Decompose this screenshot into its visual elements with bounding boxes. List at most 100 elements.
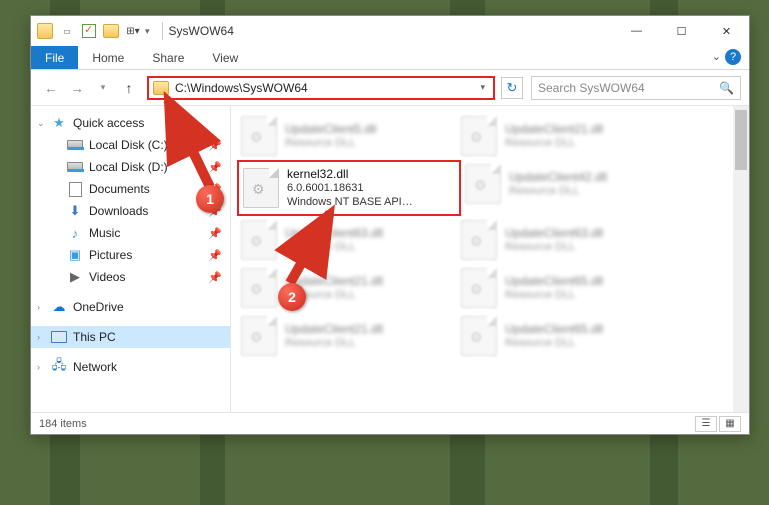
chevron-icon: ⌄ [37,118,45,129]
sidebar-this-pc[interactable]: › This PC [31,326,230,348]
file-list: ⚙ UpdateClient5.dllResource DLL ⚙ Update… [231,106,749,412]
dll-icon: ⚙ [461,316,497,356]
pin-icon: 📌 [208,183,222,196]
dll-icon: ⚙ [461,220,497,260]
file-desc: Windows NT BASE API… [287,196,413,210]
sidebar-item-documents[interactable]: Documents 📌 [31,178,230,200]
sidebar-label: Network [73,360,117,374]
file-item[interactable]: ⚙ UpdateClient63.dllResource DLL [457,216,677,264]
video-icon: ▶ [67,269,83,285]
address-folder-icon [153,81,169,95]
status-bar: 184 items ☰ ▦ [31,412,749,434]
up-button[interactable]: ↑ [117,76,141,100]
sidebar-item-downloads[interactable]: ⬇ Downloads 📌 [31,200,230,222]
dll-icon: ⚙ [461,268,497,308]
scrollbar[interactable] [733,106,749,412]
pin-icon: 📌 [208,161,222,174]
chevron-icon: › [37,362,40,372]
pin-icon: 📌 [208,249,222,262]
dll-icon: ⚙ [241,268,277,308]
explorer-window: ▭ ⊞▾ ▾ SysWOW64 — ☐ ✕ File Home Share Vi… [30,15,750,435]
file-item[interactable]: ⚙ UpdateClient65.dllResource DLL [457,264,677,312]
sidebar-item-label: Local Disk (D:) [89,160,168,174]
back-button[interactable]: ← [39,76,63,100]
dll-icon: ⚙ [465,164,501,204]
pin-icon: 📌 [208,205,222,218]
file-item[interactable]: ⚙ UpdateClient63.dllResource DLL [237,216,457,264]
search-icon: 🔍 [719,81,734,95]
pin-icon: 📌 [208,139,222,152]
chevron-icon: › [37,302,40,312]
star-icon: ★ [51,115,67,131]
sidebar-quick-access[interactable]: ⌄ ★ Quick access [31,112,230,134]
help-icon[interactable]: ? [725,49,741,65]
ribbon-collapse-icon[interactable]: ⌄ [712,50,721,63]
chevron-icon: › [37,332,40,342]
maximize-button[interactable]: ☐ [659,17,704,46]
dll-icon: ⚙ [241,116,277,156]
navigation-bar: ← → ▾ ↑ C:\Windows\SysWOW64 ▾ ↻ Search S… [31,70,749,106]
search-placeholder: Search SysWOW64 [538,81,645,95]
sidebar-item-label: Pictures [89,248,132,262]
ribbon-tabs: File Home Share View ⌄ ? [31,46,749,70]
cloud-icon: ☁ [51,299,67,315]
disk-icon [67,137,83,153]
picture-icon: ▣ [67,247,83,263]
qat-newfolder-icon[interactable] [101,21,121,41]
qat-more-icon[interactable]: ▾ [145,26,150,37]
qat-properties-icon[interactable]: ▭ [57,21,77,41]
sidebar-item-label: Videos [89,270,125,284]
file-item[interactable]: ⚙ UpdateClient21.dllResource DLL [237,312,457,360]
music-icon: ♪ [67,225,83,241]
sidebar-item-disk-c[interactable]: Local Disk (C:) 📌 [31,134,230,156]
file-name: kernel32.dll [287,167,413,182]
file-item[interactable]: ⚙ UpdateClient65.dllResource DLL [457,312,677,360]
separator [162,22,163,40]
pin-icon: 📌 [208,227,222,240]
titlebar: ▭ ⊞▾ ▾ SysWOW64 — ☐ ✕ [31,16,749,46]
sidebar-network[interactable]: › 🖧 Network [31,356,230,378]
dll-icon: ⚙ [461,116,497,156]
qat-select-icon[interactable] [79,21,99,41]
icons-view-button[interactable]: ▦ [719,416,741,432]
close-button[interactable]: ✕ [704,17,749,46]
sidebar-item-label: Downloads [89,204,148,218]
sidebar-item-label: Documents [89,182,150,196]
home-tab[interactable]: Home [78,46,138,69]
dll-icon: ⚙ [241,316,277,356]
address-dropdown-icon[interactable]: ▾ [480,82,485,93]
sidebar-onedrive[interactable]: › ☁ OneDrive [31,296,230,318]
disk-icon [67,159,83,175]
recent-dropdown-icon[interactable]: ▾ [91,76,115,100]
share-tab[interactable]: Share [138,46,198,69]
refresh-button[interactable]: ↻ [501,77,523,99]
sidebar-item-music[interactable]: ♪ Music 📌 [31,222,230,244]
pc-icon [51,329,67,345]
sidebar-item-pictures[interactable]: ▣ Pictures 📌 [31,244,230,266]
sidebar-label: This PC [73,330,116,344]
address-bar[interactable]: C:\Windows\SysWOW64 ▾ [147,76,495,100]
sidebar-item-disk-d[interactable]: Local Disk (D:) 📌 [31,156,230,178]
details-view-button[interactable]: ☰ [695,416,717,432]
body: ⌄ ★ Quick access Local Disk (C:) 📌 Local… [31,106,749,412]
qat-view-icon[interactable]: ⊞▾ [123,21,143,41]
window-title: SysWOW64 [169,24,234,38]
address-path: C:\Windows\SysWOW64 [175,81,480,95]
file-tab[interactable]: File [31,46,78,69]
forward-button[interactable]: → [65,76,89,100]
view-tab[interactable]: View [198,46,252,69]
file-item[interactable]: ⚙ UpdateClient42.dllResource DLL [461,160,681,208]
file-item[interactable]: ⚙ UpdateClient5.dllResource DLL [237,112,457,160]
dll-icon: ⚙ [243,168,279,208]
file-item[interactable]: ⚙ UpdateClient21.dllResource DLL [457,112,677,160]
sidebar-item-videos[interactable]: ▶ Videos 📌 [31,266,230,288]
minimize-button[interactable]: — [614,17,659,46]
file-item-kernel32[interactable]: ⚙ kernel32.dll 6.0.6001.18631 Windows NT… [237,160,461,216]
search-input[interactable]: Search SysWOW64 🔍 [531,76,741,100]
dll-icon: ⚙ [241,220,277,260]
file-version: 6.0.6001.18631 [287,182,413,196]
network-icon: 🖧 [51,359,67,375]
file-item[interactable]: ⚙ UpdateClient21.dllResource DLL [237,264,457,312]
sidebar-item-label: Local Disk (C:) [89,138,168,152]
scrollbar-thumb[interactable] [735,110,747,170]
